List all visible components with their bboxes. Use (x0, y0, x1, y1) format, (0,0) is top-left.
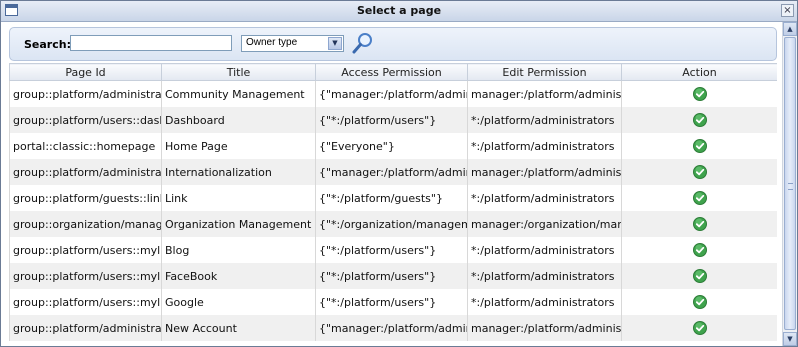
cell-action (621, 107, 777, 133)
dialog-titlebar[interactable]: Select a page × (1, 1, 797, 22)
scrollbar-thumb[interactable] (784, 37, 796, 330)
cell-access-permission: {"*:/platform/users"} (315, 107, 468, 133)
cell-page-id: group::platform/users::mylink-goo (9, 289, 162, 315)
column-header[interactable]: Edit Permission (467, 63, 622, 81)
cell-title: New Account (161, 315, 316, 341)
cell-page-id: portal::classic::homepage (9, 133, 162, 159)
cell-action (621, 159, 777, 185)
cell-edit-permission: *:/platform/administrators (467, 237, 622, 263)
magnifier-icon[interactable] (351, 31, 375, 55)
cell-action (621, 289, 777, 315)
pages-table: Page Id Title Access Permission Edit Per… (9, 63, 777, 346)
dialog-title: Select a page (356, 4, 442, 17)
check-circle-icon[interactable] (692, 269, 707, 283)
check-circle-icon[interactable] (692, 139, 707, 153)
search-bar: Search: Owner type ▼ (9, 27, 777, 61)
column-header[interactable]: Title (161, 63, 316, 81)
cell-title: Link (161, 185, 316, 211)
cell-access-permission: {"*:/organization/management/ex (315, 211, 468, 237)
cell-edit-permission: *:/platform/administrators (467, 133, 622, 159)
table-row[interactable]: group::platform/administrators::neNew Ac… (9, 315, 777, 341)
cell-access-permission: {"manager:/platform/administrator (315, 159, 468, 185)
cell-access-permission: {"*:/platform/guests"} (315, 185, 468, 211)
cell-action (621, 185, 777, 211)
cell-action (621, 80, 777, 107)
column-header[interactable]: Page Id (9, 63, 162, 81)
check-circle-icon[interactable] (692, 217, 707, 231)
scroll-down-icon[interactable]: ▼ (783, 332, 797, 346)
select-page-dialog: Select a page × Search: Owner type ▼ Pag… (0, 0, 798, 347)
cell-page-id: group::platform/users::dashboard (9, 107, 162, 133)
chevron-down-icon[interactable]: ▼ (328, 37, 342, 50)
vertical-scrollbar[interactable]: ▲ ▼ (782, 22, 797, 346)
owner-type-value: Owner type (246, 37, 298, 48)
grip-icon (788, 183, 793, 190)
cell-page-id: group::platform/administrators::ne (9, 315, 162, 341)
cell-page-id: group::platform/users::mylink-blog (9, 237, 162, 263)
check-circle-icon[interactable] (692, 243, 707, 257)
column-header[interactable]: Action (621, 63, 777, 81)
cell-edit-permission: manager:/platform/administrators (467, 315, 622, 341)
scroll-up-icon[interactable]: ▲ (783, 22, 797, 36)
dialog-content: Search: Owner type ▼ Page Id Title Acces… (1, 22, 781, 346)
cell-title: Community Management (161, 80, 316, 107)
table-row[interactable]: group::organization/management/Organizat… (9, 211, 777, 237)
cell-page-id: group::platform/users::mylink-face (9, 263, 162, 289)
close-icon[interactable]: × (781, 4, 794, 17)
table-row[interactable]: group::platform/administrators::ccCommun… (9, 80, 777, 107)
cell-edit-permission: manager:/platform/administrators (467, 159, 622, 185)
table-row[interactable]: portal::classic::homepage Home Page {"Ever… (9, 133, 777, 159)
cell-access-permission: {"Everyone"} (315, 133, 468, 159)
table-row[interactable]: group::platform/users::mylink-gooGoogle{… (9, 289, 777, 315)
check-circle-icon[interactable] (692, 165, 707, 179)
check-circle-icon[interactable] (692, 113, 707, 127)
cell-action (621, 133, 777, 159)
cell-title: Google (161, 289, 316, 315)
cell-edit-permission: *:/platform/administrators (467, 289, 622, 315)
owner-type-select[interactable]: Owner type ▼ (241, 35, 344, 52)
cell-title: Home Page (161, 133, 316, 159)
cell-title: Internationalization (161, 159, 316, 185)
cell-access-permission: {"*:/platform/users"} (315, 289, 468, 315)
check-circle-icon[interactable] (692, 191, 707, 205)
cell-access-permission: {"*:/platform/users"} (315, 263, 468, 289)
cell-access-permission: {"manager:/platform/administrator (315, 315, 468, 341)
check-circle-icon[interactable] (692, 321, 707, 335)
table-row[interactable]: group::platform/users::mylink-faceFaceBo… (9, 263, 777, 289)
cell-access-permission: {"*:/platform/users"} (315, 237, 468, 263)
search-label: Search: (24, 38, 71, 51)
table-row[interactable]: group::platform/administrators::i1Intern… (9, 159, 777, 185)
cell-title: Blog (161, 237, 316, 263)
table-header: Page Id Title Access Permission Edit Per… (9, 63, 777, 81)
cell-page-id: group::organization/management/ (9, 211, 162, 237)
table-row[interactable]: group::platform/users::mylink-blogBlog{"… (9, 237, 777, 263)
cell-page-id: group::platform/administrators::cc (9, 80, 162, 107)
cell-action (621, 315, 777, 341)
cell-title: Organization Management (161, 211, 316, 237)
cell-action (621, 211, 777, 237)
cell-edit-permission: manager:/organization/manageme (467, 211, 622, 237)
cell-edit-permission: *:/platform/administrators (467, 263, 622, 289)
cell-page-id: group::platform/guests::link (9, 185, 162, 211)
check-circle-icon[interactable] (692, 295, 707, 309)
cell-action (621, 263, 777, 289)
cell-page-id: group::platform/administrators::i1 (9, 159, 162, 185)
cell-edit-permission: manager:/platform/administrators (467, 80, 622, 107)
table-row[interactable]: group::platform/users::dashboardDashboar… (9, 107, 777, 133)
cell-title: FaceBook (161, 263, 316, 289)
cell-action (621, 237, 777, 263)
column-header[interactable]: Access Permission (315, 63, 468, 81)
check-circle-icon[interactable] (692, 87, 707, 101)
table-row[interactable]: group::platform/guests::link Link {"*:/pla… (9, 185, 777, 211)
cell-title: Dashboard (161, 107, 316, 133)
cell-edit-permission: *:/platform/administrators (467, 107, 622, 133)
search-input[interactable] (70, 35, 232, 51)
cell-edit-permission: *:/platform/administrators (467, 185, 622, 211)
cell-access-permission: {"manager:/platform/administrator (315, 80, 468, 107)
